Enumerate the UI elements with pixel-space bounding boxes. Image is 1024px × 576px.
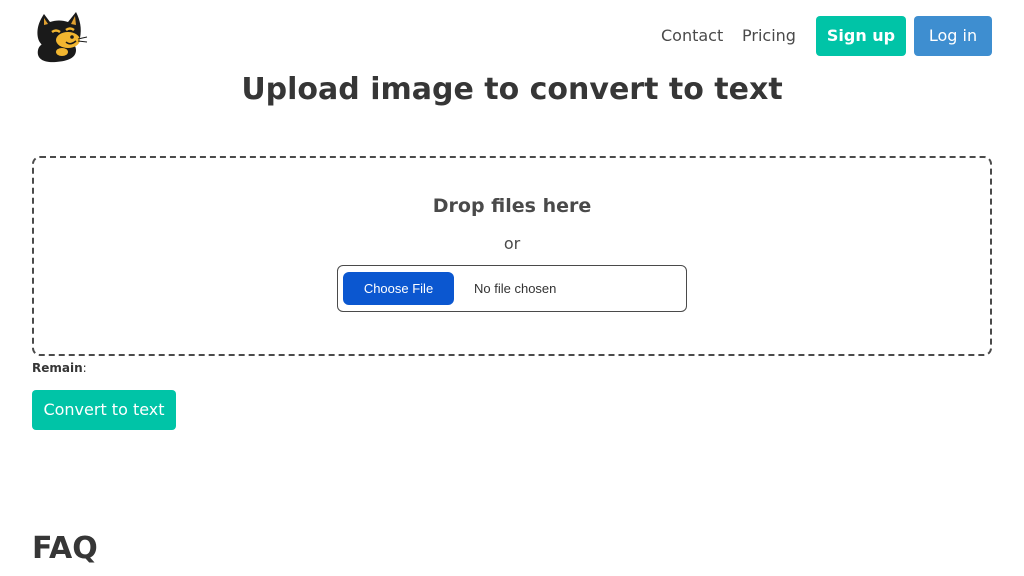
dropzone-or-text: or xyxy=(503,234,521,253)
file-input[interactable]: Choose File No file chosen xyxy=(337,265,687,312)
login-button[interactable]: Log in xyxy=(914,16,992,56)
page-title: Upload image to convert to text xyxy=(241,72,783,107)
dropzone-title: Drop files here xyxy=(432,195,592,217)
signup-button[interactable]: Sign up xyxy=(816,16,906,56)
convert-to-text-button[interactable]: Convert to text xyxy=(32,390,176,430)
cat-logo-icon[interactable] xyxy=(32,10,88,64)
nav-contact-link[interactable]: Contact xyxy=(661,26,723,46)
site-header: Contact Pricing Sign up Log in xyxy=(0,0,1024,72)
page: Contact Pricing Sign up Log in Upload im… xyxy=(0,0,1024,576)
faq-heading: FAQ xyxy=(32,531,98,566)
file-dropzone[interactable]: Drop files here or Choose File No file c… xyxy=(32,156,992,356)
choose-file-button[interactable]: Choose File xyxy=(343,272,454,305)
nav-pricing-link[interactable]: Pricing xyxy=(742,26,796,46)
remain-label: Remain xyxy=(32,361,83,375)
remain-status: Remain: xyxy=(32,361,87,376)
file-status-text: No file chosen xyxy=(474,281,557,296)
remain-separator: : xyxy=(82,361,87,375)
